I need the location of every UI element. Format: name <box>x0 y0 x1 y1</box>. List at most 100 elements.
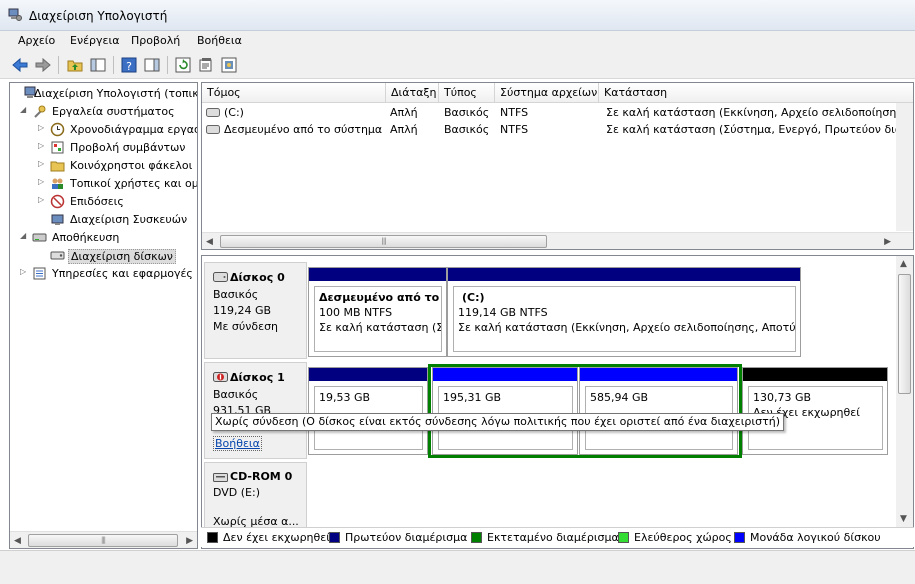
column-header-volume[interactable]: Τόμος <box>202 83 386 103</box>
menu-file[interactable]: Αρχείο <box>18 34 55 47</box>
storage-icon <box>32 233 47 242</box>
logical-drive-585gb[interactable]: 585,94 GB <box>579 367 738 455</box>
cell-volume: (C:) <box>224 106 244 119</box>
disk-type: DVD (E:) <box>213 486 261 499</box>
computer-management-icon <box>8 8 22 21</box>
legend: Δεν έχει εκχωρηθεί Πρωτεύον διαμέρισμα Ε… <box>201 527 914 547</box>
cdrom-icon <box>213 473 228 482</box>
tools-icon <box>34 105 46 118</box>
expand-toggle-icon[interactable]: ▷ <box>20 267 29 276</box>
scroll-left-icon[interactable]: ◀ <box>14 536 21 546</box>
partition-size: 19,53 GB <box>319 391 371 404</box>
scroll-up-icon[interactable]: ▲ <box>900 259 907 269</box>
table-row[interactable]: (C:) Απλή Βασικός NTFS Σε καλή κατάσταση… <box>202 104 913 121</box>
cell-layout: Απλή <box>390 123 418 136</box>
expand-toggle-icon[interactable]: ▷ <box>38 159 47 168</box>
help-icon[interactable]: ? <box>120 56 138 74</box>
services-icon <box>33 267 46 280</box>
users-icon <box>52 178 63 189</box>
unallocated-bar <box>743 368 887 381</box>
disk-offline-tooltip: Χωρίς σύνδεση (Ο δίσκος είναι εκτός σύνδ… <box>211 413 784 431</box>
scroll-right-icon[interactable]: ▶ <box>186 536 193 546</box>
cell-status: Σε καλή κατάσταση (Εκκίνηση, Αρχείο σελι… <box>606 106 908 119</box>
scroll-left-icon[interactable]: ◀ <box>206 237 213 247</box>
legend-swatch <box>471 532 482 543</box>
expand-toggle-icon[interactable]: ◢ <box>20 231 29 240</box>
primary-partition-bar <box>309 268 446 281</box>
forward-arrow-icon[interactable] <box>34 56 52 74</box>
expand-toggle-icon[interactable]: ▷ <box>38 195 47 204</box>
list-vertical-scrollbar[interactable] <box>896 103 913 231</box>
up-folder-icon[interactable] <box>66 56 84 74</box>
offline-disk-icon <box>213 372 228 382</box>
performance-icon <box>50 194 65 209</box>
disk-graph-pane: Δίσκος 0 Βασικός 119,24 GB Με σύνδεση Δε… <box>201 255 914 549</box>
back-arrow-icon[interactable] <box>11 56 29 74</box>
disk-title: Δίσκος 0 <box>230 271 285 284</box>
expand-toggle-icon[interactable]: ▷ <box>38 141 47 150</box>
settings-icon[interactable] <box>220 56 238 74</box>
disk-0-label[interactable]: Δίσκος 0 Βασικός 119,24 GB Με σύνδεση <box>204 262 307 359</box>
partition-status: Σε καλή κατάσταση (Εκκίνηση, Αρχείο σελι… <box>458 321 796 334</box>
help-link[interactable]: Βοήθεια <box>213 436 262 451</box>
volume-drive-icon <box>206 125 220 134</box>
scroll-right-icon[interactable]: ▶ <box>884 237 891 247</box>
partition-name: Δεσμευμένο από το σ <box>319 291 442 304</box>
disk-management-icon <box>50 251 65 260</box>
volume-list: Τόμος Διάταξη Τύπος Σύστημα αρχείων Κατά… <box>201 82 914 250</box>
partition-size: 585,94 GB <box>590 391 649 404</box>
menu-view[interactable]: Προβολή <box>131 34 180 47</box>
scroll-down-icon[interactable]: ▼ <box>900 514 907 524</box>
scrollbar-thumb[interactable] <box>898 274 911 394</box>
svg-text:?: ? <box>126 60 132 73</box>
menu-bar: Αρχείο Ενέργεια Προβολή Βοήθεια <box>0 31 915 52</box>
unallocated-space[interactable]: 130,73 GB Δεν έχει εκχωρηθεί <box>742 367 888 455</box>
legend-swatch <box>207 532 218 543</box>
show-hide-action-pane-icon[interactable] <box>143 56 161 74</box>
graph-vertical-scrollbar[interactable]: ▲ ▼ <box>896 256 913 528</box>
primary-partition-bar <box>448 268 800 281</box>
disk-title: CD-ROM 0 <box>230 470 293 483</box>
cell-type: Βασικός <box>444 106 490 119</box>
device-manager-icon <box>51 214 64 225</box>
logical-drive-195gb[interactable]: 195,31 GB <box>432 367 578 455</box>
show-hide-tree-icon[interactable] <box>89 56 107 74</box>
expand-toggle-icon[interactable]: ◢ <box>20 105 29 114</box>
cell-type: Βασικός <box>444 123 490 136</box>
window-title: Διαχείριση Υπολογιστή <box>29 9 168 23</box>
refresh-icon[interactable] <box>174 56 192 74</box>
legend-item: Δεν έχει εκχωρηθεί <box>207 531 330 544</box>
properties-icon[interactable] <box>197 56 215 74</box>
volume-list-header: Τόμος Διάταξη Τύπος Σύστημα αρχείων Κατά… <box>202 83 913 103</box>
expand-toggle-icon[interactable]: ▷ <box>38 177 47 186</box>
list-horizontal-scrollbar[interactable]: ◀ ||| ▶ <box>202 232 913 249</box>
partition-system-reserved[interactable]: Δεσμευμένο από το σ 100 MB NTFS Σε καλή … <box>308 267 447 357</box>
expand-toggle-icon[interactable]: ▷ <box>38 123 47 132</box>
column-header-type[interactable]: Τύπος <box>439 83 495 103</box>
status-bar <box>0 550 915 584</box>
column-header-status[interactable]: Κατάσταση <box>599 83 913 103</box>
partition-primary-19gb[interactable]: 19,53 GB <box>308 367 428 455</box>
partition-status: Σε καλή κατάσταση (Σύ <box>319 321 442 334</box>
clock-icon <box>50 122 65 137</box>
disk-title: Δίσκος 1 <box>230 371 285 384</box>
toolbar-separator <box>58 56 59 74</box>
scrollbar-thumb[interactable]: ||| <box>28 534 178 547</box>
primary-partition-bar <box>309 368 427 381</box>
menu-action[interactable]: Ενέργεια <box>70 34 119 47</box>
table-row[interactable]: Δεσμευμένο από το σύστημα Απλή Βασικός N… <box>202 121 913 138</box>
partition-c-drive[interactable]: (C:) 119,14 GB NTFS Σε καλή κατάσταση (Ε… <box>447 267 801 357</box>
cell-volume: Δεσμευμένο από το σύστημα <box>224 123 383 136</box>
disk-1-label[interactable]: Δίσκος 1 Βασικός 931,51 GB Βοήθεια <box>204 362 307 459</box>
column-header-layout[interactable]: Διάταξη <box>386 83 439 103</box>
shared-folder-icon <box>50 161 65 172</box>
title-bar: Διαχείριση Υπολογιστή <box>0 0 915 31</box>
column-header-file-system[interactable]: Σύστημα αρχείων <box>495 83 599 103</box>
navigation-tree: Διαχείριση Υπολογιστή (τοπικ ◢ Εργαλεία … <box>9 82 198 549</box>
cell-file-system: NTFS <box>500 123 529 136</box>
logical-drive-bar <box>580 368 737 381</box>
scrollbar-thumb[interactable]: ||| <box>220 235 547 248</box>
legend-swatch <box>618 532 629 543</box>
tree-horizontal-scrollbar[interactable]: ◀ ||| ▶ <box>10 531 197 548</box>
menu-help[interactable]: Βοήθεια <box>197 34 242 47</box>
